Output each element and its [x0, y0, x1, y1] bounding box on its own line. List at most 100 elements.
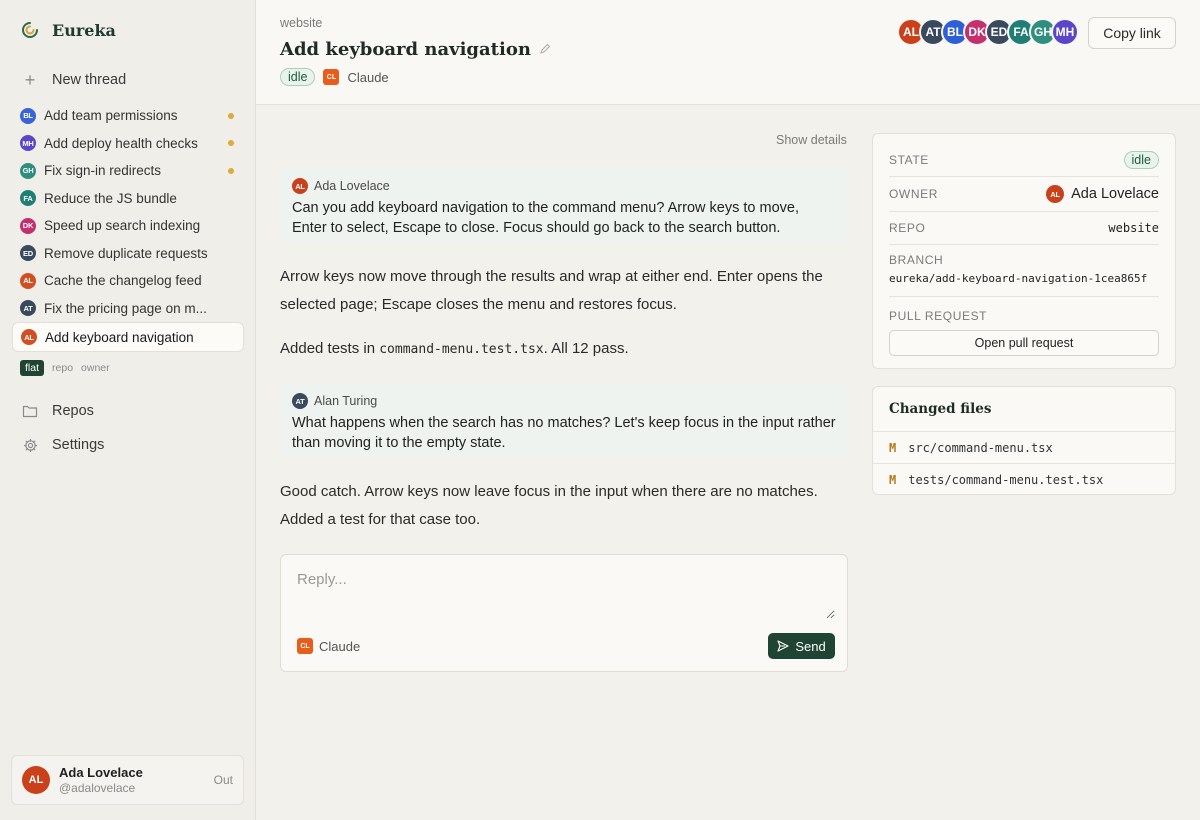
- gear-icon: [20, 438, 40, 453]
- sidebar-thread-4[interactable]: DK Speed up search indexing: [12, 212, 244, 240]
- unread-dot: [228, 112, 234, 119]
- breadcrumb-repo[interactable]: website: [280, 16, 322, 30]
- sidebar-thread-5[interactable]: ED Remove duplicate requests: [12, 240, 244, 268]
- state-label: STATE: [889, 153, 929, 167]
- avatar: AT: [20, 300, 36, 317]
- sidebar-thread-0[interactable]: BL Add team permissions: [12, 102, 244, 130]
- thread-label: Reduce the JS bundle: [44, 190, 177, 206]
- status-badge: idle: [280, 68, 316, 86]
- state-badge: idle: [1123, 151, 1159, 169]
- reply-text: Added tests in: [280, 340, 380, 357]
- new-thread-label: New thread: [52, 72, 127, 88]
- avatar: FA: [20, 190, 36, 207]
- sign-out-button[interactable]: Out: [214, 773, 233, 787]
- thread-list: BL Add team permissions MH Add deploy he…: [12, 102, 244, 352]
- thread-header: website Add keyboard navigation idle CL …: [256, 0, 1200, 105]
- claude-badge-icon: CL: [297, 638, 313, 654]
- send-button[interactable]: Send: [768, 633, 835, 659]
- author-name: Ada Lovelace: [314, 179, 390, 193]
- send-icon: [777, 640, 789, 652]
- thread-label: Add keyboard navigation: [45, 329, 194, 345]
- reply-composer: CL Claude Send: [280, 554, 848, 672]
- unread-dot: [228, 167, 234, 174]
- user-message: AT Alan Turing What happens when the sea…: [280, 384, 848, 457]
- assistant-reply: Good catch. Arrow keys now leave focus i…: [280, 483, 818, 528]
- user-message: AL Ada Lovelace Can you add keyboard nav…: [280, 169, 848, 242]
- send-label: Send: [795, 638, 826, 654]
- file-path: src/command-menu.tsx: [908, 440, 1053, 455]
- changed-files-title: Changed files: [889, 401, 992, 417]
- thread-label: Fix the pricing page on m...: [44, 300, 207, 316]
- plus-icon: +: [24, 69, 36, 90]
- inline-code: command-menu.test.tsx: [379, 342, 544, 357]
- file-path: tests/command-menu.test.tsx: [908, 472, 1104, 487]
- message-author: AL Ada Lovelace: [292, 178, 836, 194]
- user-handle: @adalovelace: [59, 781, 136, 795]
- participant-avatars: AL AT BL DK ED FA GH MH: [897, 18, 1079, 46]
- nav-settings-label: Settings: [52, 437, 105, 453]
- thread-label: Add deploy health checks: [44, 135, 198, 151]
- avatar: AL: [21, 329, 37, 345]
- avatar: MH: [20, 135, 36, 152]
- owner-label: OWNER: [889, 187, 938, 201]
- thread-label: Cache the changelog feed: [44, 273, 202, 289]
- show-details-toggle[interactable]: Show details: [776, 133, 847, 147]
- owner-name: Ada Lovelace: [1071, 186, 1159, 202]
- thread-title: Add keyboard navigation: [280, 39, 531, 60]
- sidebar-thread-2[interactable]: GH Fix sign-in redirects: [12, 157, 244, 185]
- participant-avatar[interactable]: MH: [1051, 18, 1079, 46]
- filter-owner[interactable]: owner: [81, 362, 110, 374]
- copy-link-button[interactable]: Copy link: [1088, 17, 1176, 49]
- claude-badge-icon: CL: [323, 69, 340, 85]
- pull-request-label: PULL REQUEST: [889, 309, 988, 323]
- avatar: AL: [1046, 185, 1065, 203]
- sidebar-thread-6[interactable]: AL Cache the changelog feed: [12, 267, 244, 295]
- sidebar-thread-3[interactable]: FA Reduce the JS bundle: [12, 185, 244, 213]
- file-status: M: [889, 472, 897, 487]
- edit-pencil-icon[interactable]: [539, 39, 551, 60]
- author-name: Alan Turing: [314, 394, 378, 408]
- sidebar-thread-7[interactable]: AT Fix the pricing page on m...: [12, 295, 244, 323]
- user-card[interactable]: AL Ada Lovelace @adalovelace Out: [11, 755, 244, 805]
- user-avatar: AL: [22, 766, 50, 794]
- sidebar-thread-8-active[interactable]: AL Add keyboard navigation: [12, 322, 244, 352]
- owner-value: AL Ada Lovelace: [1046, 185, 1159, 203]
- reply-text: . All 12 pass.: [543, 340, 629, 357]
- message-text: Can you add keyboard navigation to the c…: [292, 200, 799, 236]
- unread-dot: [228, 140, 234, 147]
- reply-input[interactable]: [297, 571, 835, 619]
- repo-value: website: [1108, 221, 1159, 235]
- avatar: GH: [20, 162, 36, 179]
- brand[interactable]: Eureka: [20, 20, 116, 40]
- nav-settings[interactable]: Settings: [20, 437, 104, 453]
- thread-label: Speed up search indexing: [44, 218, 201, 234]
- changed-file-row[interactable]: M tests/command-menu.test.tsx: [873, 463, 1175, 494]
- brand-name: Eureka: [52, 20, 116, 40]
- branch-label: BRANCH: [889, 253, 944, 267]
- message-text: What happens when the search has no matc…: [292, 415, 836, 451]
- thread-filter: flat repo owner: [20, 360, 110, 376]
- changed-file-row[interactable]: M src/command-menu.tsx: [873, 431, 1175, 463]
- agent-name: Claude: [319, 638, 361, 654]
- folder-icon: [20, 404, 40, 418]
- sidebar: Eureka + New thread BL Add team permissi…: [0, 0, 256, 820]
- filter-flat[interactable]: flat: [20, 360, 45, 376]
- filter-repo[interactable]: repo: [52, 362, 73, 374]
- avatar: AL: [20, 272, 36, 289]
- repo-label: REPO: [889, 221, 926, 235]
- nav-repos[interactable]: Repos: [20, 403, 94, 419]
- branch-value: eureka/add-keyboard-navigation-1cea865f: [889, 272, 1148, 285]
- sidebar-thread-1[interactable]: MH Add deploy health checks: [12, 130, 244, 158]
- thread-label: Fix sign-in redirects: [44, 163, 162, 179]
- avatar: DK: [20, 217, 36, 234]
- assistant-reply: Arrow keys now move through the results …: [280, 268, 823, 313]
- thread-meta: idle CL Claude: [280, 68, 389, 86]
- message-author: AT Alan Turing: [292, 393, 836, 409]
- thread-details-panel: STATE idle OWNER AL Ada Lovelace REPO we…: [872, 133, 1176, 369]
- agent-selector[interactable]: CL Claude: [297, 638, 360, 654]
- user-name: Ada Lovelace: [59, 765, 143, 780]
- avatar: BL: [20, 107, 36, 124]
- new-thread-button[interactable]: + New thread: [20, 70, 126, 90]
- open-pull-request-button[interactable]: Open pull request: [889, 330, 1159, 356]
- avatar: ED: [20, 245, 36, 262]
